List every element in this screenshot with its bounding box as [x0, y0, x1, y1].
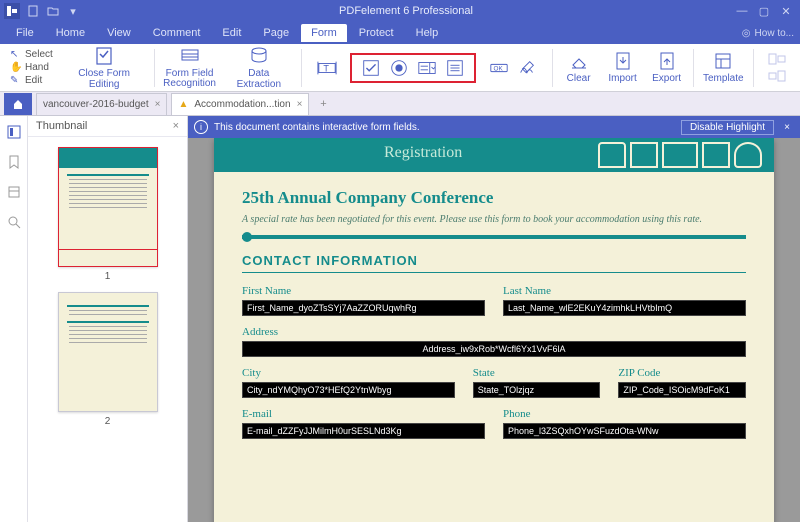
- menu-home[interactable]: Home: [46, 24, 95, 42]
- close-panel-icon[interactable]: ×: [173, 120, 179, 132]
- close-icon[interactable]: ×: [297, 99, 303, 110]
- menu-page[interactable]: Page: [253, 24, 299, 42]
- edit-tool[interactable]: ✎Edit: [10, 75, 42, 87]
- add-tab-button[interactable]: +: [313, 93, 333, 115]
- open-icon[interactable]: [46, 4, 60, 18]
- data-extraction-button[interactable]: Data Extraction: [223, 44, 295, 92]
- label-phone: Phone: [503, 408, 746, 420]
- align-tool-1[interactable]: [768, 52, 786, 66]
- maximize-button[interactable]: ▢: [754, 3, 774, 19]
- chevron-down-icon[interactable]: ▾: [66, 4, 80, 18]
- field-first-name[interactable]: First_Name_dyoZTsSYj7AaZZORUqwhRg: [242, 300, 485, 316]
- label-city: City: [242, 367, 455, 379]
- signature-field-icon[interactable]: [516, 57, 538, 79]
- template-button[interactable]: Template: [699, 49, 747, 86]
- search-panel-icon[interactable]: [6, 214, 22, 230]
- label-first-name: First Name: [242, 285, 485, 297]
- label-address: Address: [242, 326, 746, 338]
- minimize-button[interactable]: —: [732, 3, 752, 19]
- divider: [242, 235, 746, 239]
- field-email[interactable]: E-mail_dZZFyJJMilmH0urSESLNd3Kg: [242, 423, 485, 439]
- home-tab-icon[interactable]: [4, 93, 32, 115]
- import-button[interactable]: Import: [603, 49, 643, 86]
- doc-tab-2[interactable]: ▲ Accommodation...tion ×: [171, 93, 309, 115]
- radio-field-icon[interactable]: [388, 57, 410, 79]
- label-zip: ZIP Code: [618, 367, 746, 379]
- close-form-editing-button[interactable]: Close Form Editing: [61, 44, 148, 92]
- close-icon[interactable]: ×: [155, 99, 161, 110]
- doc-tab-2-label: Accommodation...tion: [194, 99, 290, 110]
- form-controls-group: [350, 53, 476, 83]
- info-icon: i: [194, 120, 208, 134]
- howto-link[interactable]: ◎How to...: [742, 28, 794, 39]
- field-state[interactable]: State_TOlzjqz: [473, 382, 601, 398]
- document-title: 25th Annual Company Conference: [242, 188, 746, 208]
- align-tool-2[interactable]: [768, 69, 786, 83]
- new-doc-icon[interactable]: [26, 4, 40, 18]
- divider: [242, 272, 746, 273]
- menu-view[interactable]: View: [97, 24, 141, 42]
- app-title: PDFelement 6 Professional: [80, 5, 732, 17]
- field-address[interactable]: Address_iw9xRob*Wcfl6Yx1VvF6lA: [242, 341, 746, 357]
- menu-edit[interactable]: Edit: [212, 24, 251, 42]
- menu-protect[interactable]: Protect: [349, 24, 404, 42]
- export-button[interactable]: Export: [647, 49, 687, 86]
- clear-button[interactable]: Clear: [559, 49, 599, 86]
- menu-file[interactable]: File: [6, 24, 44, 42]
- label-email: E-mail: [242, 408, 485, 420]
- header-graphic: [598, 142, 762, 168]
- field-phone[interactable]: Phone_l3ZSQxhOYwSFuzdOta-WNw: [503, 423, 746, 439]
- svg-text:OK: OK: [493, 65, 503, 72]
- doc-tab-1[interactable]: vancouver-2016-budget ×: [36, 93, 167, 115]
- svg-text:T: T: [323, 63, 329, 73]
- close-button[interactable]: ✕: [776, 3, 796, 19]
- menu-help[interactable]: Help: [406, 24, 449, 42]
- registration-heading: Registration: [384, 144, 462, 162]
- menu-form[interactable]: Form: [301, 24, 347, 42]
- hand-tool[interactable]: ✋Hand: [10, 62, 49, 74]
- label-state: State: [473, 367, 601, 379]
- field-city[interactable]: City_ndYMQhyO73*HEfQ2YtnWbyg: [242, 382, 455, 398]
- menu-comment[interactable]: Comment: [143, 24, 211, 42]
- label-last-name: Last Name: [503, 285, 746, 297]
- doc-tab-1-label: vancouver-2016-budget: [43, 99, 149, 110]
- app-logo: [4, 3, 20, 19]
- document-subtitle: A special rate has been negotiated for t…: [242, 214, 746, 225]
- bookmark-panel-icon[interactable]: [6, 154, 22, 170]
- thumbnail-page-1[interactable]: 1: [58, 147, 158, 282]
- text-field-icon[interactable]: T: [316, 57, 338, 79]
- info-message: This document contains interactive form …: [214, 122, 420, 133]
- thumbnail-panel-icon[interactable]: [6, 124, 22, 140]
- thumbnail-page-2[interactable]: 2: [58, 292, 158, 427]
- warning-icon: ▲: [178, 99, 188, 110]
- close-infobar-icon[interactable]: ×: [780, 122, 794, 133]
- select-tool[interactable]: ↖Select: [10, 49, 53, 61]
- field-zip[interactable]: ZIP_Code_ISOicM9dFoK1: [618, 382, 746, 398]
- checkbox-field-icon[interactable]: [360, 57, 382, 79]
- form-field-recognition-button[interactable]: Form Field Recognition: [160, 45, 218, 91]
- disable-highlight-button[interactable]: Disable Highlight: [681, 120, 774, 135]
- listbox-field-icon[interactable]: [444, 57, 466, 79]
- attachment-panel-icon[interactable]: [6, 184, 22, 200]
- button-field-icon[interactable]: OK: [488, 57, 510, 79]
- combobox-field-icon[interactable]: [416, 57, 438, 79]
- section-heading: CONTACT INFORMATION: [242, 253, 746, 268]
- thumbnail-panel-title: Thumbnail: [36, 120, 87, 132]
- field-last-name[interactable]: Last_Name_wlE2EKuY4zimhkLHVtbImQ: [503, 300, 746, 316]
